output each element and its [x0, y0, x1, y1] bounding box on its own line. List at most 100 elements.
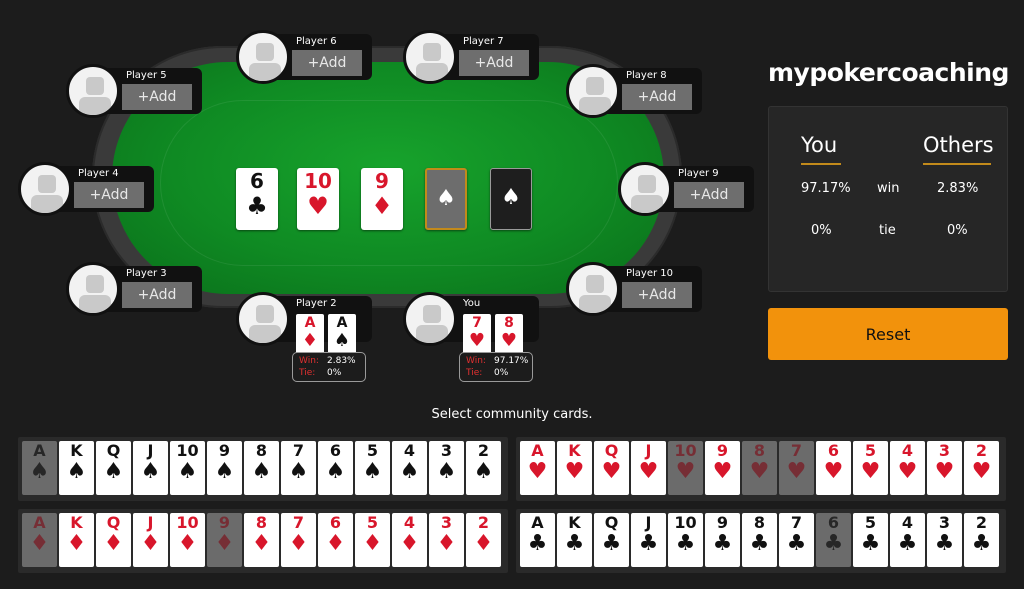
deck-card-diamonds-q[interactable]: Q ♦: [96, 513, 131, 567]
deck-card-clubs-3[interactable]: 3 ♣: [927, 513, 962, 567]
card-rank: K: [70, 441, 83, 460]
deck-card-spades-j[interactable]: J ♠: [133, 441, 168, 495]
diamond-icon: ♦: [473, 531, 494, 556]
deck-card-clubs-2[interactable]: 2 ♣: [964, 513, 999, 567]
heart-icon: ♥: [307, 192, 329, 220]
deck-card-hearts-a[interactable]: A ♥: [520, 441, 555, 495]
you-tie-value: 0%: [811, 223, 832, 238]
deck-card-spades-4[interactable]: 4 ♠: [392, 441, 427, 495]
deck-card-hearts-7[interactable]: 7 ♥: [779, 441, 814, 495]
community-card-5-slot[interactable]: ♠: [490, 168, 532, 230]
deck-card-hearts-j[interactable]: J ♥: [631, 441, 666, 495]
deck-card-clubs-7[interactable]: 7 ♣: [779, 513, 814, 567]
add-player-button[interactable]: +Add: [292, 50, 362, 76]
spade-icon: ♠: [473, 459, 494, 484]
deck-card-spades-a[interactable]: A ♠: [22, 441, 57, 495]
deck-card-clubs-j[interactable]: J ♣: [631, 513, 666, 567]
deck-card-spades-5[interactable]: 5 ♠: [355, 441, 390, 495]
deck-card-diamonds-5[interactable]: 5 ♦: [355, 513, 390, 567]
deck-card-clubs-5[interactable]: 5 ♣: [853, 513, 888, 567]
deck-card-clubs-k[interactable]: K ♣: [557, 513, 592, 567]
add-player-button[interactable]: +Add: [122, 282, 192, 308]
deck-card-diamonds-j[interactable]: J ♦: [133, 513, 168, 567]
card-rank: 4: [403, 441, 416, 460]
add-player-button[interactable]: +Add: [674, 182, 744, 208]
seat-player-6: Player 6 +Add: [236, 30, 372, 86]
deck-card-spades-9[interactable]: 9 ♠: [207, 441, 242, 495]
deck-card-hearts-9[interactable]: 9 ♥: [705, 441, 740, 495]
spade-icon: ♠: [333, 330, 351, 351]
diamond-icon: ♦: [301, 330, 319, 351]
deck-card-hearts-8[interactable]: 8 ♥: [742, 441, 777, 495]
deck-card-diamonds-2[interactable]: 2 ♦: [466, 513, 501, 567]
hole-card-2[interactable]: A ♠: [328, 314, 356, 356]
community-card-4-slot[interactable]: ♠: [425, 168, 467, 230]
community-card-2[interactable]: 10 ♥: [297, 168, 339, 230]
deck-card-hearts-6[interactable]: 6 ♥: [816, 441, 851, 495]
seat-player-3: Player 3 +Add: [66, 262, 202, 318]
card-rank: 5: [864, 441, 877, 460]
spade-icon: ♠: [140, 459, 161, 484]
deck-card-spades-2[interactable]: 2 ♠: [466, 441, 501, 495]
add-player-button[interactable]: +Add: [74, 182, 144, 208]
deck-card-spades-6[interactable]: 6 ♠: [318, 441, 353, 495]
deck-card-diamonds-k[interactable]: K ♦: [59, 513, 94, 567]
spade-icon: ♠: [288, 459, 309, 484]
deck-card-diamonds-8[interactable]: 8 ♦: [244, 513, 279, 567]
deck-card-diamonds-3[interactable]: 3 ♦: [429, 513, 464, 567]
community-card-1[interactable]: 6 ♣: [236, 168, 278, 230]
add-player-button[interactable]: +Add: [459, 50, 529, 76]
you-odds: Win: 97.17% Tie: 0%: [459, 352, 533, 382]
add-player-button[interactable]: +Add: [622, 282, 692, 308]
deck-card-spades-3[interactable]: 3 ♠: [429, 441, 464, 495]
deck-card-diamonds-9[interactable]: 9 ♦: [207, 513, 242, 567]
seat-you: You 7 ♥ 8 ♥: [403, 292, 539, 356]
deck-card-hearts-3[interactable]: 3 ♥: [927, 441, 962, 495]
hole-card-1[interactable]: 7 ♥: [463, 314, 491, 356]
deck-card-hearts-4[interactable]: 4 ♥: [890, 441, 925, 495]
deck-card-diamonds-a[interactable]: A ♦: [22, 513, 57, 567]
deck-card-hearts-5[interactable]: 5 ♥: [853, 441, 888, 495]
deck-card-spades-8[interactable]: 8 ♠: [244, 441, 279, 495]
deck-card-diamonds-4[interactable]: 4 ♦: [392, 513, 427, 567]
deck-card-hearts-10[interactable]: 10 ♥: [668, 441, 703, 495]
deck-card-clubs-6[interactable]: 6 ♣: [816, 513, 851, 567]
deck-card-clubs-9[interactable]: 9 ♣: [705, 513, 740, 567]
player-name: Player 10: [626, 268, 674, 279]
spade-icon: ♠: [325, 459, 346, 484]
deck-card-hearts-q[interactable]: Q ♥: [594, 441, 629, 495]
add-player-button[interactable]: +Add: [122, 84, 192, 110]
deck-card-diamonds-7[interactable]: 7 ♦: [281, 513, 316, 567]
deck-card-spades-k[interactable]: K ♠: [59, 441, 94, 495]
deck-card-hearts-k[interactable]: K ♥: [557, 441, 592, 495]
deck-card-clubs-8[interactable]: 8 ♣: [742, 513, 777, 567]
spade-icon: ♠: [436, 459, 457, 484]
card-rank: A: [33, 441, 46, 460]
community-card-3[interactable]: 9 ♦: [361, 168, 403, 230]
card-rank: K: [568, 513, 581, 532]
add-player-button[interactable]: +Add: [622, 84, 692, 110]
card-rank: 7: [790, 441, 803, 460]
heart-icon: ♥: [934, 459, 955, 484]
deck-card-diamonds-6[interactable]: 6 ♦: [318, 513, 353, 567]
card-rank: J: [645, 441, 652, 460]
deck-card-spades-q[interactable]: Q ♠: [96, 441, 131, 495]
hole-card-1[interactable]: A ♦: [296, 314, 324, 356]
deck-card-diamonds-10[interactable]: 10 ♦: [170, 513, 205, 567]
hole-card-2[interactable]: 8 ♥: [495, 314, 523, 356]
card-rank: 10: [674, 513, 697, 532]
card-rank: 10: [674, 441, 697, 460]
deck-card-spades-7[interactable]: 7 ♠: [281, 441, 316, 495]
deck-card-spades-10[interactable]: 10 ♠: [170, 441, 205, 495]
deck-card-clubs-10[interactable]: 10 ♣: [668, 513, 703, 567]
reset-button[interactable]: Reset: [768, 308, 1008, 360]
deck-card-clubs-a[interactable]: A ♣: [520, 513, 555, 567]
spade-icon: ♠: [29, 459, 50, 484]
deck-card-clubs-4[interactable]: 4 ♣: [890, 513, 925, 567]
deck-card-hearts-2[interactable]: 2 ♥: [964, 441, 999, 495]
club-icon: ♣: [638, 531, 659, 556]
heart-icon: ♥: [786, 459, 807, 484]
card-rank: K: [70, 513, 83, 532]
card-rank: 7: [292, 441, 305, 460]
deck-card-clubs-q[interactable]: Q ♣: [594, 513, 629, 567]
